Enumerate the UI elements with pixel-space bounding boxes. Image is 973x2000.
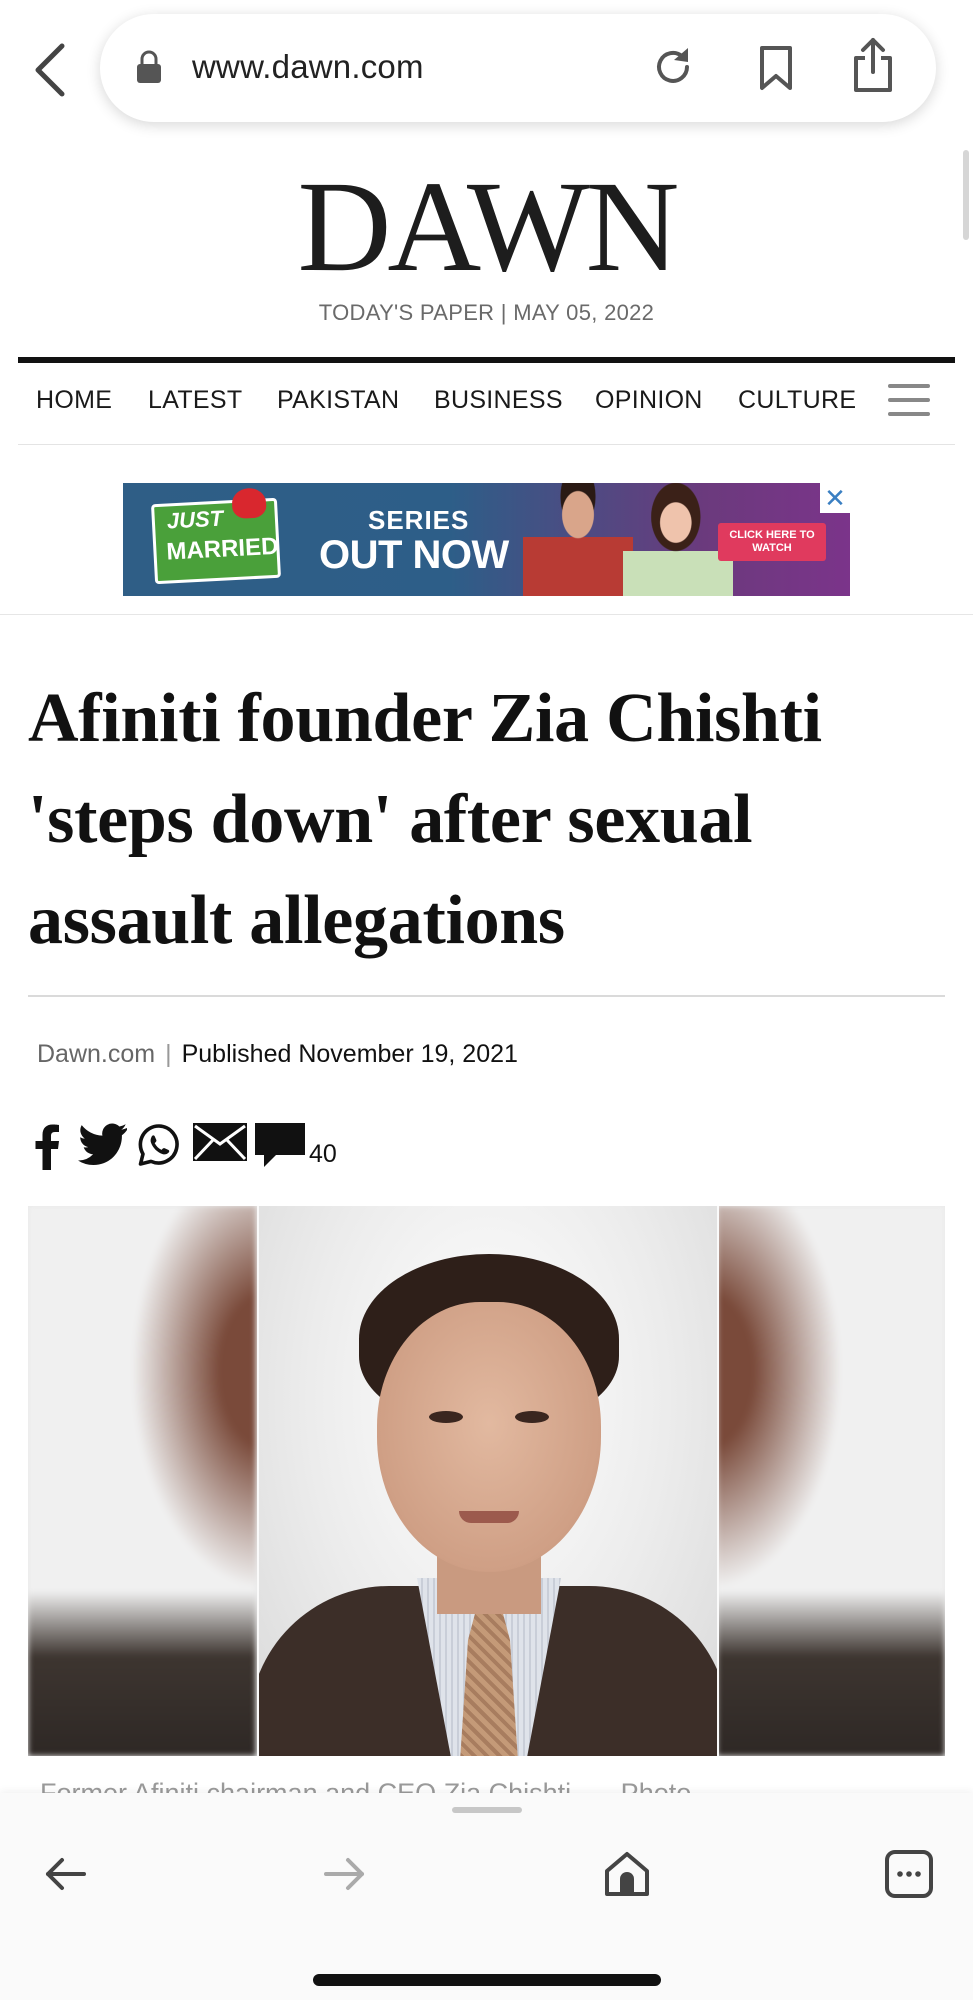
article-source[interactable]: Dawn.com	[37, 1040, 155, 1068]
portrait-eye-right	[515, 1411, 549, 1423]
publish-date: Published November 19, 2021	[181, 1040, 518, 1068]
portrait-face	[377, 1302, 601, 1572]
ad-logo-bottom-text: MARRIED	[165, 532, 280, 566]
browser-toolbar	[0, 1793, 973, 2000]
address-bar[interactable]: www.dawn.com	[100, 14, 936, 122]
ad-show-logo: JUST MARRIED	[150, 487, 282, 585]
email-icon[interactable]	[192, 1122, 248, 1162]
share-icon[interactable]	[850, 36, 896, 94]
todays-paper-link[interactable]: TODAY'S PAPER | MAY 05, 2022	[0, 300, 973, 326]
comment-count[interactable]: 40	[309, 1140, 337, 1169]
portrait-mouth	[459, 1511, 519, 1523]
ad-actress-image	[623, 483, 733, 596]
ad-actor-image	[523, 483, 633, 596]
back-arrow-icon[interactable]	[40, 1849, 90, 1899]
photo-blur-right	[717, 1206, 945, 1756]
portrait-image	[257, 1206, 719, 1756]
comment-icon[interactable]	[254, 1122, 306, 1170]
portrait-eye-left	[429, 1411, 463, 1423]
forward-arrow-icon[interactable]	[320, 1849, 370, 1899]
headline-divider	[28, 995, 945, 997]
nav-pakistan[interactable]: PAKISTAN	[277, 386, 399, 415]
hamburger-menu-icon[interactable]	[888, 384, 930, 418]
byline: Dawn.com | Published November 19, 2021	[37, 1040, 518, 1069]
ad-cta-button[interactable]: CLICK HERE TO WATCH	[718, 523, 826, 561]
lock-icon	[137, 50, 161, 83]
reload-icon[interactable]	[650, 44, 696, 90]
byline-separator: |	[165, 1040, 172, 1068]
masthead-divider	[18, 357, 955, 363]
nav-opinion[interactable]: OPINION	[595, 386, 703, 415]
article-headline: Afiniti founder Zia Chishti 'steps down'…	[28, 680, 822, 959]
home-indicator[interactable]	[313, 1974, 661, 1986]
whatsapp-icon[interactable]	[136, 1122, 182, 1168]
nav-culture[interactable]: CULTURE	[738, 386, 856, 415]
nav-business[interactable]: BUSINESS	[434, 386, 563, 415]
ad-banner[interactable]: JUST MARRIED SERIES OUT NOW CLICK HERE T…	[123, 483, 850, 596]
ad-headline-line1: SERIES	[368, 505, 470, 535]
ad-headline-line2: OUT NOW	[319, 533, 509, 577]
tabs-icon[interactable]	[884, 1849, 934, 1899]
site-logo[interactable]: DAWN	[0, 162, 973, 292]
main-nav: HOME LATEST PAKISTAN BUSINESS OPINION CU…	[18, 364, 955, 445]
chevron-left-icon[interactable]	[28, 40, 74, 100]
ad-logo-top-text: JUST	[166, 505, 224, 534]
home-icon[interactable]	[602, 1849, 652, 1899]
photo-blur-left	[28, 1206, 256, 1756]
nav-latest[interactable]: LATEST	[148, 386, 242, 415]
ad-close-button[interactable]: ✕	[820, 483, 850, 513]
heart-icon	[231, 487, 267, 520]
browser-address-area: www.dawn.com	[0, 0, 973, 140]
bookmark-icon[interactable]	[754, 44, 798, 92]
article-photo	[28, 1206, 945, 1756]
twitter-icon[interactable]	[78, 1122, 128, 1166]
url-text[interactable]: www.dawn.com	[192, 48, 424, 86]
ad-container: JUST MARRIED SERIES OUT NOW CLICK HERE T…	[0, 444, 973, 615]
nav-home[interactable]: HOME	[36, 386, 112, 415]
facebook-icon[interactable]	[34, 1122, 60, 1170]
sheet-grab-handle[interactable]	[452, 1807, 522, 1813]
